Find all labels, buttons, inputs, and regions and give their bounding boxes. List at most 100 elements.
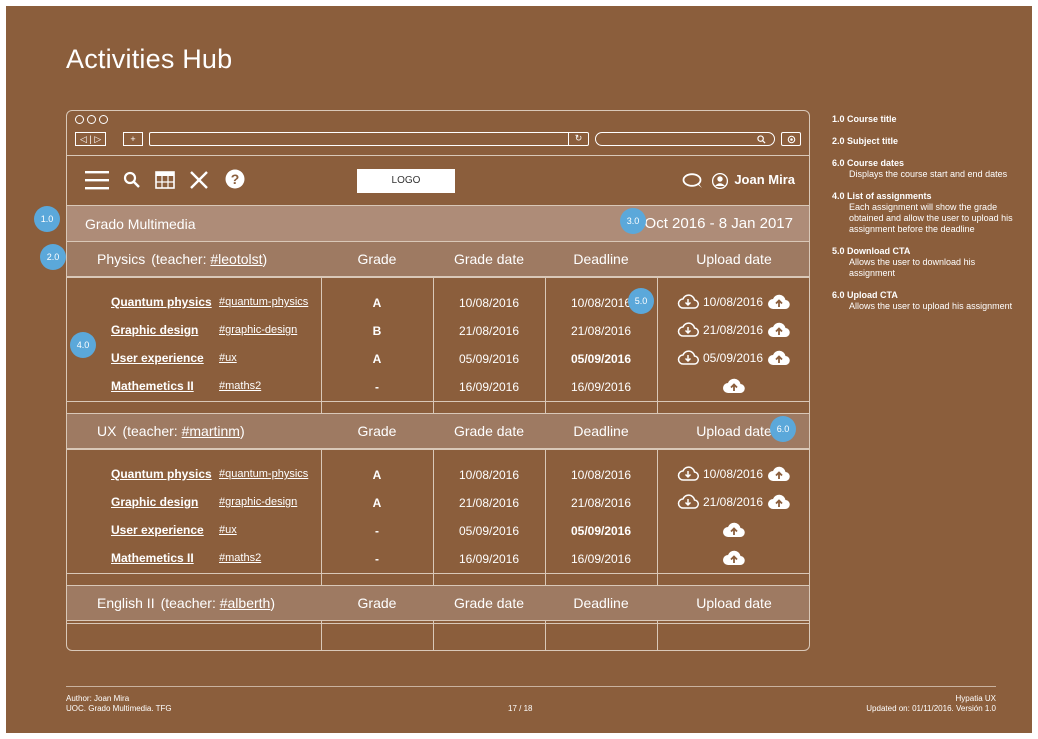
upload-cell: 21/08/2016: [657, 321, 811, 338]
upload-cloud-icon[interactable]: [767, 321, 791, 338]
column-header-upload-date[interactable]: Upload date: [657, 595, 811, 611]
upload-cloud-icon[interactable]: [722, 549, 746, 566]
teacher-link[interactable]: #leotolst: [210, 251, 262, 267]
teacher-link[interactable]: #alberth: [220, 595, 271, 611]
user-name[interactable]: Joan Mira: [734, 172, 795, 187]
assignment-deadline: 05/09/2016: [570, 352, 632, 366]
address-bar[interactable]: ↻: [149, 132, 589, 146]
upload-cloud-icon[interactable]: [767, 349, 791, 366]
assignment-name-link[interactable]: Quantum physics: [111, 295, 212, 309]
assignment-tag-link[interactable]: #graphic-design: [219, 496, 297, 508]
note: 2.0 Subject title: [832, 136, 1022, 147]
assignment-tag-link[interactable]: #maths2: [219, 380, 261, 392]
upload-cloud-icon[interactable]: [767, 465, 791, 482]
browser-search-field[interactable]: [595, 132, 775, 146]
assignment-grade-date: 21/08/2016: [458, 324, 520, 338]
upload-cloud-icon[interactable]: [767, 493, 791, 510]
assignment-name-link[interactable]: User experience: [111, 351, 204, 365]
assignment-grade: -: [375, 524, 379, 538]
column-header-deadline[interactable]: Deadline: [545, 251, 657, 267]
row-divider: [67, 449, 809, 450]
window-dot[interactable]: [87, 115, 96, 124]
assignment-tag-link[interactable]: #ux: [219, 352, 237, 364]
row-divider: [67, 401, 809, 402]
column-header-deadline[interactable]: Deadline: [545, 423, 657, 439]
annotation-marker: 3.0: [620, 208, 646, 234]
download-cloud-icon[interactable]: [677, 321, 699, 338]
column-header-grade-date[interactable]: Grade date: [433, 251, 545, 267]
footer-school: UOC. Grado Multimedia. TFG: [66, 704, 172, 713]
column-header-deadline[interactable]: Deadline: [545, 595, 657, 611]
subject-title[interactable]: UX (teacher: #martinm): [97, 423, 245, 439]
note-title: 6.0 Course dates: [832, 158, 905, 168]
download-cloud-icon[interactable]: [677, 349, 699, 366]
assignment-tag-link[interactable]: #graphic-design: [219, 324, 297, 336]
subject-name: Physics: [97, 251, 146, 267]
assignment-name-link[interactable]: Quantum physics: [111, 467, 212, 481]
assignment-tag-link[interactable]: #quantum-physics: [219, 468, 308, 480]
assignment-row: User experience #ux A 05/09/2016 05/09/2016 0…: [67, 345, 809, 373]
user-avatar-icon: [711, 172, 728, 189]
download-cloud-icon[interactable]: [677, 465, 699, 482]
window-dot[interactable]: [75, 115, 84, 124]
window-dot[interactable]: [99, 115, 108, 124]
chat-icon[interactable]: [682, 172, 704, 189]
assignment-grade-date: 16/09/2016: [458, 552, 520, 566]
column-header-grade[interactable]: Grade: [321, 251, 433, 267]
user-menu[interactable]: Joan Mira: [682, 172, 795, 189]
back-forward-buttons[interactable]: ◁ | ▷: [75, 132, 107, 146]
reload-button[interactable]: ↻: [568, 132, 588, 146]
help-icon[interactable]: ?: [225, 169, 245, 189]
download-cloud-icon[interactable]: [677, 293, 699, 310]
footer-right: Hypatia UX Updated on: 01/11/2016. Versi…: [866, 694, 996, 714]
upload-cell: 10/08/2016: [657, 293, 811, 310]
assignment-name-link[interactable]: Graphic design: [111, 495, 198, 509]
footer-updated: Updated on: 01/11/2016. Versión 1.0: [866, 704, 996, 713]
upload-cloud-icon[interactable]: [722, 377, 746, 394]
window-controls[interactable]: [75, 115, 111, 127]
search-icon[interactable]: [123, 171, 141, 189]
browser-window: ◁ | ▷ + ↻ ? LOGO Joan Mira Grado Multime…: [66, 110, 810, 651]
assignment-grade-date: 05/09/2016: [458, 524, 520, 538]
assignment-tag-link[interactable]: #maths2: [219, 552, 261, 564]
upload-cloud-icon[interactable]: [722, 521, 746, 538]
assignment-row: Quantum physics #quantum-physics A 10/08/20…: [67, 461, 809, 489]
subject-name: English II: [97, 595, 155, 611]
assignment-tag-link[interactable]: #ux: [219, 524, 237, 536]
new-tab-button[interactable]: +: [123, 132, 143, 146]
assignment-grade-date: 10/08/2016: [458, 468, 520, 482]
column-header-grade-date[interactable]: Grade date: [433, 595, 545, 611]
assignment-row: Quantum physics #quantum-physics A 10/08/20…: [67, 289, 809, 317]
app-toolbar: ? LOGO Joan Mira: [67, 157, 809, 205]
column-header-upload-date[interactable]: Upload date: [657, 251, 811, 267]
slide-page: Activities Hub ◁ | ▷ + ↻ ? LOGO Joan Mir…: [6, 6, 1032, 733]
download-cloud-icon[interactable]: [677, 493, 699, 510]
assignment-name-link[interactable]: Mathemetics II: [111, 379, 194, 393]
subject-title[interactable]: English II (teacher: #alberth): [97, 595, 275, 611]
upload-date: 05/09/2016: [702, 350, 764, 365]
note-description: Allows the user to upload his assignment: [849, 301, 1013, 311]
column-header-grade[interactable]: Grade: [321, 423, 433, 439]
teacher-prefix: (teacher:: [151, 251, 211, 267]
assignment-name-link[interactable]: User experience: [111, 523, 204, 537]
row-divider: [67, 623, 809, 624]
close-icon[interactable]: [189, 170, 209, 190]
teacher-prefix: (teacher:: [122, 423, 182, 439]
grid-view-icon[interactable]: [155, 171, 175, 189]
teacher-link[interactable]: #martinm: [182, 423, 240, 439]
hamburger-menu-icon[interactable]: [85, 169, 109, 191]
upload-cloud-icon[interactable]: [767, 293, 791, 310]
column-header-grade-date[interactable]: Grade date: [433, 423, 545, 439]
browser-settings-button[interactable]: [781, 132, 801, 146]
upload-date: 10/08/2016: [702, 466, 764, 481]
footer-divider: [66, 686, 996, 687]
column-header-grade[interactable]: Grade: [321, 595, 433, 611]
assignment-row: Graphic design #graphic-design A 21/08/2016…: [67, 489, 809, 517]
subject-title[interactable]: Physics (teacher: #leotolst): [97, 251, 267, 267]
logo-placeholder[interactable]: LOGO: [357, 169, 455, 193]
course-title[interactable]: Grado Multimedia: [85, 216, 196, 232]
assignment-name-link[interactable]: Graphic design: [111, 323, 198, 337]
assignment-tag-link[interactable]: #quantum-physics: [219, 296, 308, 308]
assignment-name-link[interactable]: Mathemetics II: [111, 551, 194, 565]
course-dates: 1 Oct 2016 - 8 Jan 2017: [632, 215, 793, 232]
